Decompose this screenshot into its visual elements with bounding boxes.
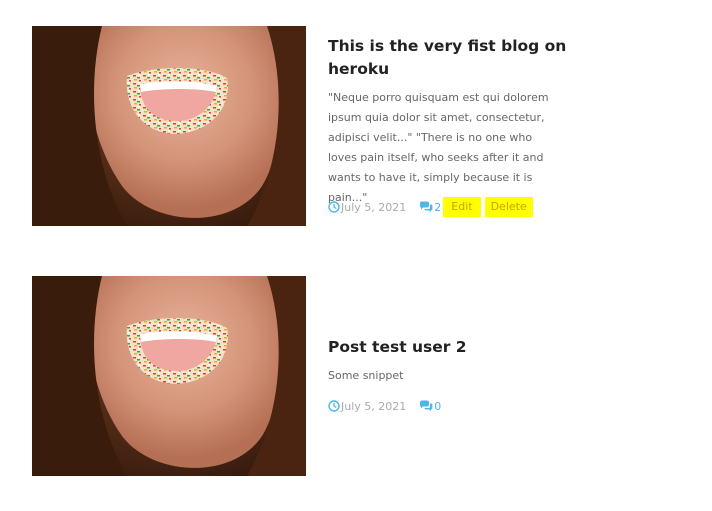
blog-post-list: This is the very fist blog on heroku "Ne… xyxy=(0,0,712,511)
post-title[interactable]: Post test user 2 xyxy=(328,336,568,359)
post-date-text: July 5, 2021 xyxy=(341,200,407,214)
clock-icon xyxy=(328,201,340,213)
post-thumbnail[interactable] xyxy=(32,26,306,226)
clock-icon xyxy=(328,400,340,412)
post-date-text: July 5, 2021 xyxy=(341,399,407,413)
post-comments[interactable]: 2 xyxy=(419,201,441,214)
comment-count: 2 xyxy=(434,200,442,214)
post-title[interactable]: This is the very fist blog on heroku xyxy=(328,35,568,81)
post-excerpt: "Neque porro quisquam est qui dolorem ip… xyxy=(328,91,549,204)
post-date: July 5, 2021 xyxy=(328,201,406,214)
post-date: July 5, 2021 xyxy=(328,400,406,413)
post-meta: July 5, 2021 0 xyxy=(328,396,441,416)
post-meta: July 5, 2021 2 Edit Delete xyxy=(328,197,533,217)
post-image xyxy=(32,276,306,476)
edit-button[interactable]: Edit xyxy=(443,197,481,217)
post-excerpt: Some snippet xyxy=(328,369,404,382)
comment-count: 0 xyxy=(434,399,442,413)
comments-icon xyxy=(420,400,433,411)
post-thumbnail[interactable] xyxy=(32,276,306,476)
post-image xyxy=(32,26,306,226)
comments-icon xyxy=(420,201,433,212)
delete-button[interactable]: Delete xyxy=(484,197,533,217)
post-comments[interactable]: 0 xyxy=(419,400,441,413)
